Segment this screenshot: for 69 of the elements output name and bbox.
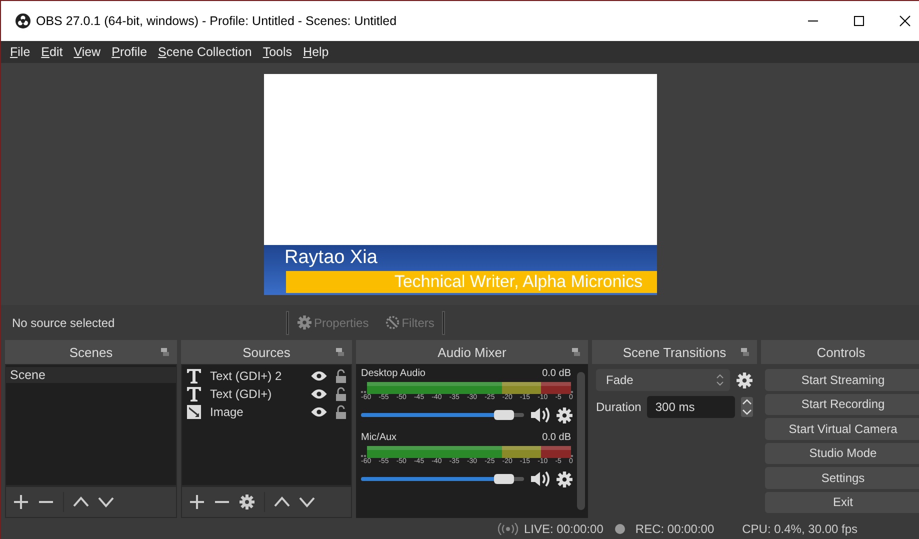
text-source-icon xyxy=(186,368,202,384)
add-icon[interactable] xyxy=(13,494,29,510)
settings-icon[interactable] xyxy=(239,494,255,510)
broadcast-icon xyxy=(498,522,518,534)
name-caption: Raytao Xia xyxy=(284,246,378,270)
menu-item[interactable]: File xyxy=(10,45,30,59)
dock-title: Sources xyxy=(242,344,290,360)
speaker-icon[interactable] xyxy=(530,406,550,424)
settings-icon[interactable] xyxy=(556,470,573,488)
gear-icon xyxy=(297,315,312,330)
spin-arrows-icon[interactable] xyxy=(741,397,753,417)
eye-icon[interactable] xyxy=(311,370,327,382)
undock-icon[interactable] xyxy=(336,348,344,356)
scrollbar[interactable] xyxy=(577,372,585,510)
duration-label: Duration xyxy=(596,400,642,414)
close-icon[interactable] xyxy=(899,15,911,27)
undock-icon[interactable] xyxy=(161,348,169,356)
control-button[interactable]: Studio Mode xyxy=(765,442,919,464)
rec-time: REC: 00:00:00 xyxy=(635,522,714,536)
unlocked-padlock-icon[interactable] xyxy=(335,405,347,419)
menu-item[interactable]: Tools xyxy=(262,45,292,59)
filter-icon xyxy=(384,315,400,330)
menu-item[interactable]: Profile xyxy=(112,45,148,59)
source-name[interactable]: Image xyxy=(210,405,311,419)
menu-item[interactable]: Edit xyxy=(41,45,63,59)
text-source-icon xyxy=(186,386,202,402)
source-status: No source selected xyxy=(12,316,116,330)
control-button[interactable]: Start Streaming xyxy=(765,369,919,390)
menu-item[interactable]: Scene Collection xyxy=(158,45,252,59)
unlocked-padlock-icon[interactable] xyxy=(335,387,347,401)
dock-title: Scenes xyxy=(69,344,113,360)
undock-icon[interactable] xyxy=(741,348,749,356)
menu-item[interactable]: View xyxy=(74,45,101,59)
settings-icon[interactable] xyxy=(736,372,753,388)
undock-icon[interactable] xyxy=(572,348,580,356)
dock-title: Scene Transitions xyxy=(622,344,726,360)
channel-reading: 0.0 dB xyxy=(542,432,571,443)
source-name[interactable]: Text (GDI+) xyxy=(210,387,311,401)
title-caption: Technical Writer, Alpha Micronics xyxy=(286,271,656,293)
cpu-status: CPU: 0.4%, 30.00 fps xyxy=(742,522,858,536)
add-icon[interactable] xyxy=(189,494,205,510)
window-title: OBS 27.0.1 (64-bit, windows) - Profile: Untitled - Scenes: Untitled xyxy=(36,14,397,28)
control-button[interactable]: Exit xyxy=(765,492,919,513)
channel-name: Desktop Audio xyxy=(361,368,426,379)
dock-title: Controls xyxy=(816,344,866,360)
channel-reading: 0.0 dB xyxy=(542,368,571,379)
volume-slider[interactable] xyxy=(361,413,524,417)
updown-caret-icon xyxy=(716,374,724,386)
live-time: LIVE: 00:00:00 xyxy=(524,522,604,536)
scene-item[interactable]: Scene xyxy=(6,367,176,383)
dock-title: Audio Mixer xyxy=(438,344,506,360)
duration-field[interactable]: 300 ms xyxy=(647,396,735,418)
volume-slider[interactable] xyxy=(361,477,524,481)
control-button[interactable]: Settings xyxy=(765,467,919,488)
transition-dropdown[interactable]: Fade xyxy=(596,369,730,391)
settings-icon[interactable] xyxy=(556,406,573,424)
eye-icon[interactable] xyxy=(311,406,327,418)
maximize-icon[interactable] xyxy=(853,15,865,27)
menu-item[interactable]: Help xyxy=(303,45,329,59)
record-dot-icon xyxy=(615,524,626,534)
channel-name: Mic/Aux xyxy=(361,432,397,443)
control-button[interactable]: Start Virtual Camera xyxy=(765,418,919,440)
eye-icon[interactable] xyxy=(311,388,327,400)
control-button[interactable]: Start Recording xyxy=(765,394,919,415)
image-source-icon xyxy=(186,404,202,420)
source-name[interactable]: Text (GDI+) 2 xyxy=(210,369,311,383)
app-logo-icon xyxy=(15,13,31,29)
unlocked-padlock-icon[interactable] xyxy=(335,369,347,383)
speaker-icon[interactable] xyxy=(530,470,550,488)
